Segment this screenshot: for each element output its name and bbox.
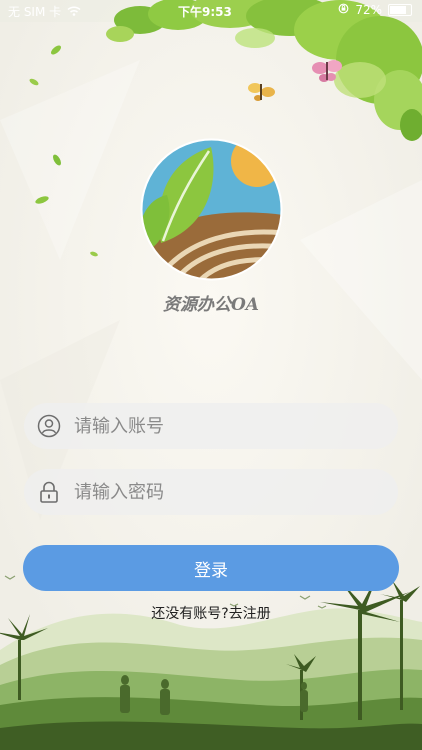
account-input[interactable]	[72, 414, 376, 438]
background-scenery	[0, 0, 422, 750]
orientation-lock-icon	[338, 3, 349, 17]
register-row: 还没有账号?去注册	[0, 603, 422, 623]
carrier-text: 无 SIM 卡	[8, 5, 62, 19]
app-logo	[140, 138, 283, 281]
battery-percent: 72%	[355, 3, 382, 17]
account-field[interactable]	[24, 403, 398, 449]
lock-icon	[37, 480, 61, 504]
register-link[interactable]: 去注册	[229, 606, 271, 622]
register-prompt: 还没有账号?	[151, 606, 229, 622]
battery-icon	[388, 4, 412, 16]
status-left: 无 SIM 卡	[8, 3, 81, 20]
status-time: 下午9:53	[178, 5, 232, 19]
login-button[interactable]: 登录	[23, 545, 399, 591]
status-bar: 无 SIM 卡 下午9:53 72%	[0, 0, 422, 22]
status-right: 72%	[338, 3, 412, 17]
password-input[interactable]	[72, 480, 376, 504]
password-field[interactable]	[24, 469, 398, 515]
app-name: 资源办公OA	[163, 295, 259, 315]
user-icon	[37, 414, 61, 438]
wifi-icon	[67, 5, 81, 19]
